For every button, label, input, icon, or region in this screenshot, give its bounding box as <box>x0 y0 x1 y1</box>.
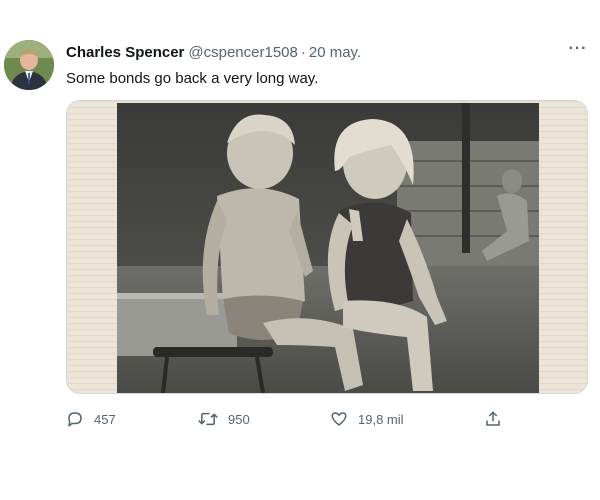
tweet: Charles Spencer @cspencer1508 · 20 may. ···… <box>0 0 600 500</box>
reply-icon <box>68 412 82 427</box>
reply-count: 457 <box>94 411 116 427</box>
like-button[interactable]: 19,8 mil <box>330 404 404 434</box>
more-icon[interactable]: ··· <box>566 40 590 64</box>
retweet-icon <box>198 412 218 426</box>
tweet-text: Some bonds go back a very long way. <box>66 70 319 87</box>
author-handle[interactable]: @cspencer1508 <box>188 44 297 61</box>
author-name[interactable]: Charles Spencer <box>66 44 184 61</box>
share-icon <box>486 411 500 426</box>
retweet-button[interactable]: 950 <box>198 404 250 434</box>
like-count: 19,8 mil <box>358 411 404 427</box>
separator-dot: · <box>300 44 306 61</box>
action-bar: 457 950 19,8 mil <box>66 404 588 434</box>
retweet-count: 950 <box>228 411 250 427</box>
avatar[interactable] <box>4 40 54 90</box>
reply-button[interactable]: 457 <box>66 404 116 434</box>
tweet-date[interactable]: 20 may. <box>309 44 361 61</box>
tweet-photo[interactable] <box>66 100 588 394</box>
tweet-header: Charles Spencer @cspencer1508 · 20 may. <box>66 44 361 62</box>
photo-image <box>67 101 587 393</box>
share-button[interactable] <box>484 404 502 434</box>
avatar-image <box>4 40 54 90</box>
heart-icon <box>331 412 347 426</box>
